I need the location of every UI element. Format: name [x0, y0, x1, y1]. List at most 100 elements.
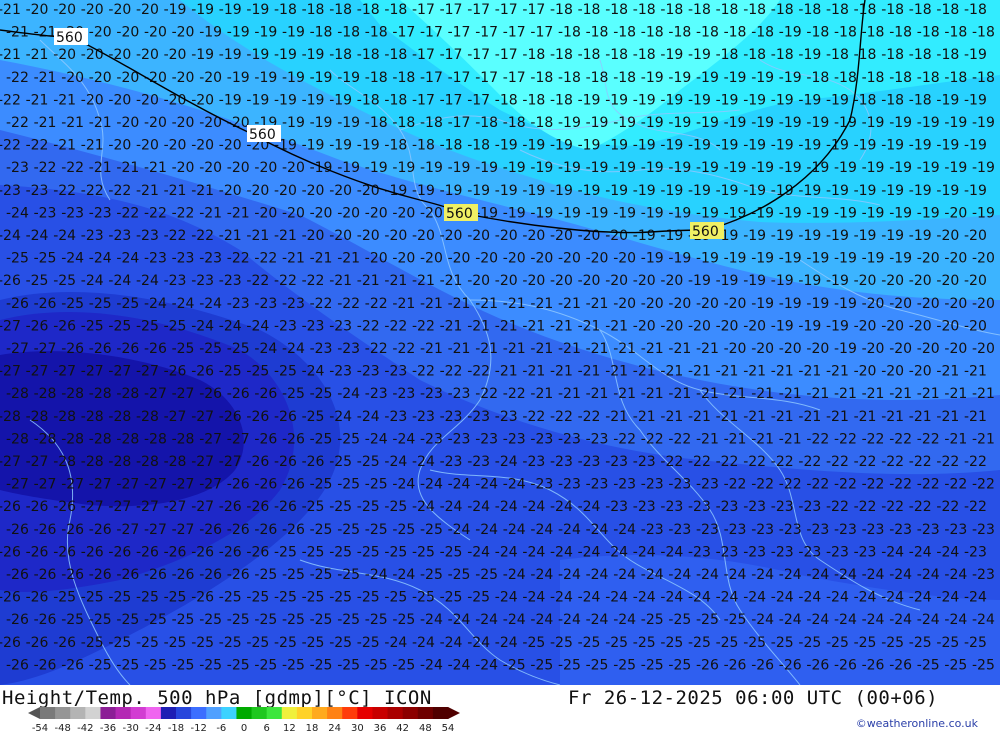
temp-isolabel: -25	[337, 522, 360, 538]
temp-isolabel: -21	[495, 318, 518, 334]
temp-isolabel: -24	[144, 296, 167, 312]
temp-isolabel: -23	[889, 522, 912, 538]
temp-isolabel: -19	[641, 160, 664, 176]
temp-isolabel: -20	[384, 228, 407, 244]
temp-isolabel: -19	[688, 138, 711, 154]
temp-isolabel: -19	[282, 25, 305, 41]
temp-isolabel: -19	[246, 2, 269, 18]
temp-isolabel: -18	[586, 25, 609, 41]
temp-isolabel: -26	[26, 318, 49, 334]
colorbar-tick-label: 48	[419, 723, 432, 733]
temp-isolabel: -25	[26, 273, 49, 289]
temp-isolabel: -21	[282, 251, 305, 267]
temp-isolabel: -25	[34, 251, 57, 267]
temp-isolabel: -22	[660, 454, 683, 470]
temp-isolabel: -24	[550, 544, 573, 560]
temp-isolabel: -21	[246, 228, 269, 244]
temp-isolabel: -25	[302, 635, 325, 651]
temp-isolabel: -24	[357, 409, 380, 425]
temp-isolabel: -23	[329, 318, 352, 334]
temp-isolabel: -18	[881, 47, 904, 63]
temp-isolabel: -19	[779, 115, 802, 131]
temp-isolabel: -21	[660, 364, 683, 380]
temp-isolabel: -20	[862, 341, 885, 357]
temp-isolabel: -22	[144, 205, 167, 221]
temp-isolabel: -21	[688, 364, 711, 380]
temp-isolabel: -20	[108, 47, 131, 63]
credit-link[interactable]: ©weatheronline.co.uk	[856, 717, 978, 730]
temp-isolabel: -24	[219, 318, 242, 334]
temp-isolabel: -19	[219, 92, 242, 108]
temp-isolabel: -24	[392, 477, 415, 493]
temp-isolabel: -19	[889, 205, 912, 221]
temp-isolabel: -20	[108, 92, 131, 108]
temp-isolabel: -27	[199, 477, 222, 493]
temp-isolabel: -27	[81, 499, 104, 515]
temp-isolabel: -23	[495, 409, 518, 425]
temp-isolabel: -24	[503, 522, 526, 538]
temp-isolabel: -24	[89, 251, 112, 267]
height-label-560: 560	[54, 28, 88, 46]
temp-isolabel: -21	[660, 409, 683, 425]
temp-isolabel: -19	[751, 70, 774, 86]
temp-isolabel: -24	[199, 296, 222, 312]
colorbar-swatch	[432, 707, 449, 719]
temp-isolabel: -19	[578, 92, 601, 108]
temp-isolabel: -25	[136, 590, 159, 606]
temp-isolabel: -21	[578, 364, 601, 380]
temp-isolabel: -20	[917, 296, 940, 312]
temp-isolabel: -26	[191, 364, 214, 380]
temp-isolabel: -19	[964, 183, 987, 199]
temp-isolabel: -25	[448, 567, 471, 583]
temp-isolabel: -24	[53, 228, 76, 244]
temp-isolabel: -17	[448, 25, 471, 41]
temp-isolabel: -18	[944, 25, 967, 41]
temp-isolabel: -19	[806, 251, 829, 267]
temp-isolabel: -24	[688, 590, 711, 606]
temp-isolabel: -26	[61, 522, 84, 538]
temp-isolabel: -19	[246, 92, 269, 108]
temp-isolabel: -19	[660, 138, 683, 154]
temp-isolabel: -27	[144, 522, 167, 538]
temp-isolabel: -22	[936, 499, 959, 515]
temp-isolabel: -20	[329, 183, 352, 199]
temp-isolabel: -18	[964, 2, 987, 18]
temp-isolabel: -25	[696, 612, 719, 628]
temp-isolabel: -25	[530, 657, 553, 673]
temp-isolabel: -26	[6, 522, 29, 538]
temp-isolabel: -25	[254, 567, 277, 583]
temp-isolabel: -23	[751, 522, 774, 538]
temp-isolabel: -20	[586, 251, 609, 267]
temp-isolabel: -20	[881, 318, 904, 334]
temp-isolabel: -21	[420, 296, 443, 312]
temp-isolabel: -25	[172, 341, 195, 357]
temp-isolabel: -23	[550, 454, 573, 470]
temp-isolabel: -24	[881, 590, 904, 606]
temp-isolabel: -23	[826, 544, 849, 560]
temp-isolabel: -24	[578, 590, 601, 606]
temp-isolabel: -25	[310, 612, 333, 628]
temp-isolabel: -19	[696, 115, 719, 131]
temp-isolabel: -26	[274, 454, 297, 470]
temp-isolabel: -18	[495, 92, 518, 108]
temp-isolabel: -27	[219, 454, 242, 470]
temp-isolabel: -21	[696, 341, 719, 357]
temp-isolabel: -20	[89, 25, 112, 41]
temp-isolabel: -23	[34, 205, 57, 221]
temp-isolabel: -19	[944, 115, 967, 131]
temp-isolabel: -20	[274, 183, 297, 199]
temp-isolabel: -21	[613, 341, 636, 357]
temp-isolabel: -22	[917, 477, 940, 493]
temp-isolabel: -20	[881, 273, 904, 289]
temp-isolabel: -24	[0, 228, 21, 244]
temp-isolabel: -21	[0, 47, 21, 63]
temp-isolabel: -24	[917, 612, 940, 628]
height-label-560: 560	[247, 125, 281, 143]
temp-isolabel: -18	[834, 70, 857, 86]
temp-isolabel: -21	[798, 409, 821, 425]
temp-isolabel: -20	[633, 273, 656, 289]
temp-isolabel: -18	[743, 2, 766, 18]
temp-isolabel: -20	[641, 296, 664, 312]
temp-isolabel: -19	[522, 183, 545, 199]
temp-isolabel: -24	[724, 567, 747, 583]
